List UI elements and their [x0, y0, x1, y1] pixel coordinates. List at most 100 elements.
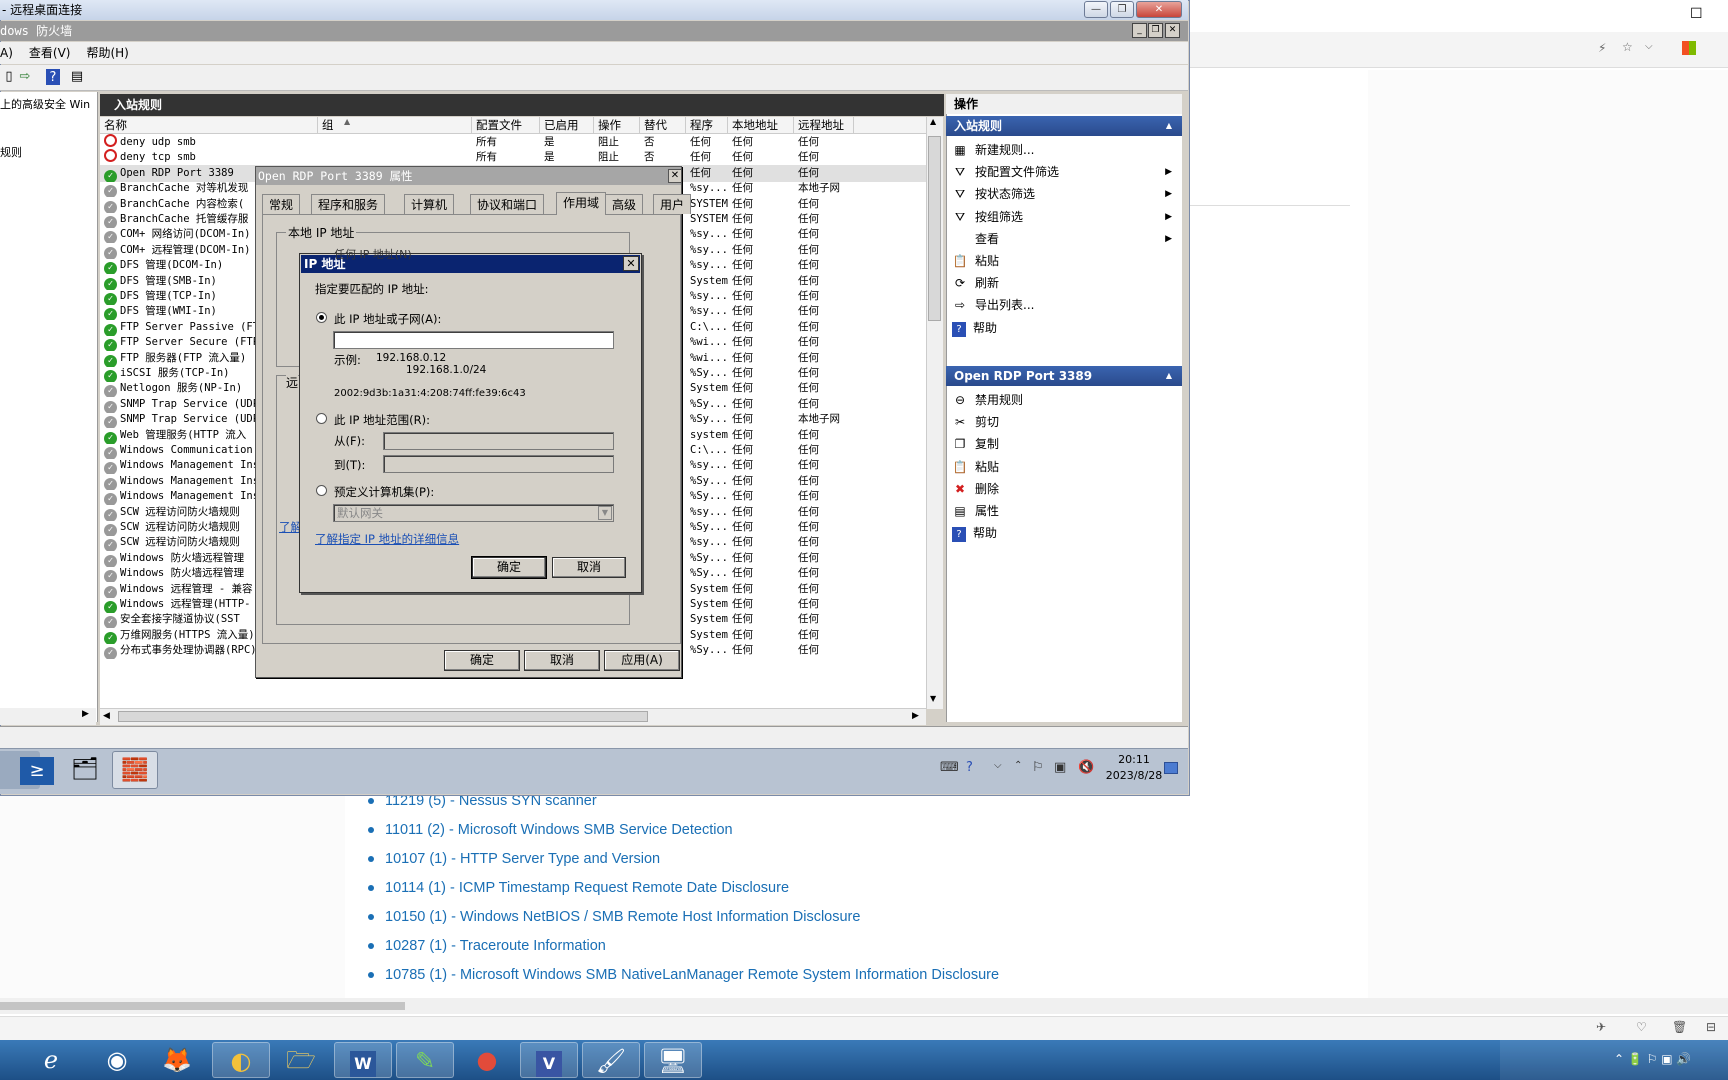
actions-section-inbound[interactable]: 入站规则 — [946, 116, 1182, 136]
plugin-link[interactable]: 11011 (2) - Microsoft Windows SMB Servic… — [368, 815, 1368, 844]
360-browser-icon[interactable]: ◐ — [212, 1042, 270, 1078]
menu-item[interactable]: A) — [0, 46, 13, 60]
tree-item[interactable]: 规则 — [0, 140, 97, 188]
fw-minimize-button[interactable]: _ — [1132, 23, 1147, 38]
tab[interactable]: 用户 — [653, 194, 692, 214]
action-item[interactable]: 查看 ▶ — [952, 228, 1178, 250]
column-header[interactable]: 名称 — [100, 117, 318, 134]
chevron-down-icon[interactable]: ⌵ — [1645, 41, 1653, 52]
firewall-app-icon[interactable]: 🧱 — [112, 751, 158, 789]
tab[interactable]: 高级 — [605, 194, 644, 214]
browser-address-bar[interactable]: ⚡ ☆ ⌵ — [1190, 32, 1728, 68]
trash-icon[interactable]: 🗑 — [1672, 1020, 1687, 1034]
action-item[interactable]: 📋 粘贴 — [952, 456, 1178, 478]
tab[interactable]: 常规 — [262, 194, 301, 214]
network-icon[interactable]: ▣ — [1054, 760, 1066, 775]
remote-desktop-icon[interactable]: 🖥 — [644, 1042, 702, 1078]
action-item[interactable]: ▦ 新建规则... — [952, 139, 1178, 161]
notepad-icon[interactable]: ✎ — [396, 1042, 454, 1078]
tree-item[interactable]: 上的高级安全 Win — [0, 92, 97, 140]
ip-cancel-button[interactable]: 取消 — [552, 557, 626, 578]
list-hscroll-thumb[interactable] — [118, 711, 648, 722]
word-icon[interactable]: W — [334, 1042, 392, 1078]
action-item[interactable]: ✖ 删除 — [952, 478, 1178, 500]
minimize-button[interactable]: — — [1084, 1, 1108, 18]
visio-icon[interactable]: V — [520, 1042, 578, 1078]
action-item[interactable]: ⛛ 按状态筛选 ▶ — [952, 183, 1178, 205]
properties-cancel-button[interactable]: 取消 — [524, 650, 600, 671]
ip-ok-button[interactable]: 确定 — [471, 556, 547, 579]
show-hidden-icons[interactable]: ⌃ — [1014, 760, 1022, 771]
help-tray-icon[interactable]: ? — [966, 760, 973, 775]
column-header[interactable]: 配置文件 — [472, 117, 540, 134]
ip-dialog-close-button[interactable]: ✕ — [623, 256, 639, 271]
ie-icon[interactable]: ℯ — [22, 1042, 80, 1078]
chrome-icon[interactable]: ◉ — [88, 1042, 146, 1078]
pin-icon[interactable]: ✈ — [1596, 1020, 1606, 1034]
show-desktop-button[interactable] — [1164, 762, 1178, 774]
plugin-link[interactable]: 10785 (1) - Microsoft Windows SMB Native… — [368, 960, 1368, 989]
fw-restore-button[interactable]: ❐ — [1148, 23, 1163, 38]
plugin-link[interactable]: 10150 (1) - Windows NetBIOS / SMB Remote… — [368, 902, 1368, 931]
reader-icon[interactable]: ⚡ — [1598, 41, 1606, 55]
action-pane-icon[interactable]: ▤ — [68, 68, 86, 86]
menu-item[interactable]: 帮助(H) — [86, 46, 128, 60]
firefox-icon[interactable]: 🦊 — [148, 1042, 206, 1078]
column-header[interactable]: 本地地址 — [728, 117, 794, 134]
action-item[interactable]: 📋 粘贴 — [952, 250, 1178, 272]
close-button[interactable]: ✕ — [1136, 1, 1182, 18]
heart-icon[interactable]: ♡ — [1636, 1020, 1647, 1034]
column-header[interactable]: 组 — [318, 117, 472, 134]
plugin-link[interactable]: 10107 (1) - HTTP Server Type and Version — [368, 844, 1368, 873]
scrollbar-thumb[interactable] — [0, 1002, 405, 1010]
column-header[interactable]: 已启用 — [540, 117, 594, 134]
volume-muted-icon[interactable]: 🔇 — [1078, 760, 1094, 775]
properties-apply-button[interactable]: 应用(A) — [604, 650, 680, 671]
tab[interactable]: 协议和端口 — [470, 194, 545, 214]
split-icon[interactable]: ⊟ — [1706, 1020, 1716, 1034]
flag-icon[interactable]: ⚐ — [1032, 760, 1044, 775]
plugin-link[interactable]: 10114 (1) - ICMP Timestamp Request Remot… — [368, 873, 1368, 902]
actions-section-rule[interactable]: Open RDP Port 3389 — [946, 366, 1182, 386]
ime-icon[interactable]: ⌵ — [994, 760, 1002, 771]
file-explorer-icon[interactable]: 🗂 — [62, 751, 108, 789]
range-from-input[interactable] — [383, 432, 614, 450]
help-icon[interactable]: ? — [46, 69, 60, 85]
collections-icon[interactable]: ☐ — [1690, 6, 1703, 22]
radio-subnet[interactable] — [316, 312, 327, 323]
tab[interactable]: 程序和服务 — [311, 194, 386, 214]
range-to-input[interactable] — [383, 455, 614, 473]
tray-icons[interactable]: ⌃ 🔋 ⚐ ▣ 🔊 — [1614, 1052, 1691, 1066]
fw-close-button[interactable]: ✕ — [1165, 23, 1180, 38]
export-icon[interactable]: ⇨ — [16, 68, 34, 86]
action-item[interactable]: ⊖ 禁用规则 — [952, 389, 1178, 411]
folder-icon[interactable]: 🗁 — [272, 1042, 330, 1078]
properties-close-button[interactable]: ✕ — [668, 169, 682, 183]
ip-learn-more-link[interactable]: 了解指定 IP 地址的详细信息 — [315, 531, 459, 547]
column-header[interactable]: 操作 — [594, 117, 640, 134]
paint-icon[interactable]: 🖌 — [582, 1042, 640, 1078]
column-header[interactable]: 远程地址 — [794, 117, 854, 134]
properties-ok-button[interactable]: 确定 — [444, 650, 520, 671]
menu-item[interactable]: 查看(V) — [29, 46, 71, 60]
action-item[interactable]: ? 帮助 — [952, 317, 1178, 339]
action-item[interactable]: ? 帮助 — [952, 522, 1178, 544]
favorite-star-icon[interactable]: ☆ — [1622, 40, 1633, 54]
subnet-input[interactable] — [333, 331, 614, 349]
plugin-link[interactable]: 10287 (1) - Traceroute Information — [368, 931, 1368, 960]
tab[interactable]: 计算机 — [404, 194, 455, 214]
action-item[interactable]: ✂ 剪切 — [952, 411, 1178, 433]
column-header[interactable]: 程序 — [686, 117, 728, 134]
column-header[interactable]: 替代 — [640, 117, 686, 134]
keyboard-icon[interactable]: ⌨ — [940, 760, 959, 775]
any-ip-option-peek[interactable]: 任何 IP 地址(N) — [334, 246, 412, 262]
maximize-button[interactable]: ❐ — [1110, 1, 1134, 18]
tree-scrollbar[interactable]: ▶ — [0, 708, 96, 725]
powershell-icon[interactable]: ≥ — [14, 751, 60, 789]
app-red-icon[interactable]: ● — [458, 1042, 516, 1078]
action-item[interactable]: ▤ 属性 — [952, 500, 1178, 522]
radio-range[interactable] — [316, 413, 327, 424]
predefined-select[interactable]: 默认网关 ▼ — [333, 504, 614, 522]
clock[interactable]: 20:11 2023/8/28 — [1100, 752, 1168, 784]
action-item[interactable]: ⛛ 按配置文件筛选 ▶ — [952, 161, 1178, 183]
